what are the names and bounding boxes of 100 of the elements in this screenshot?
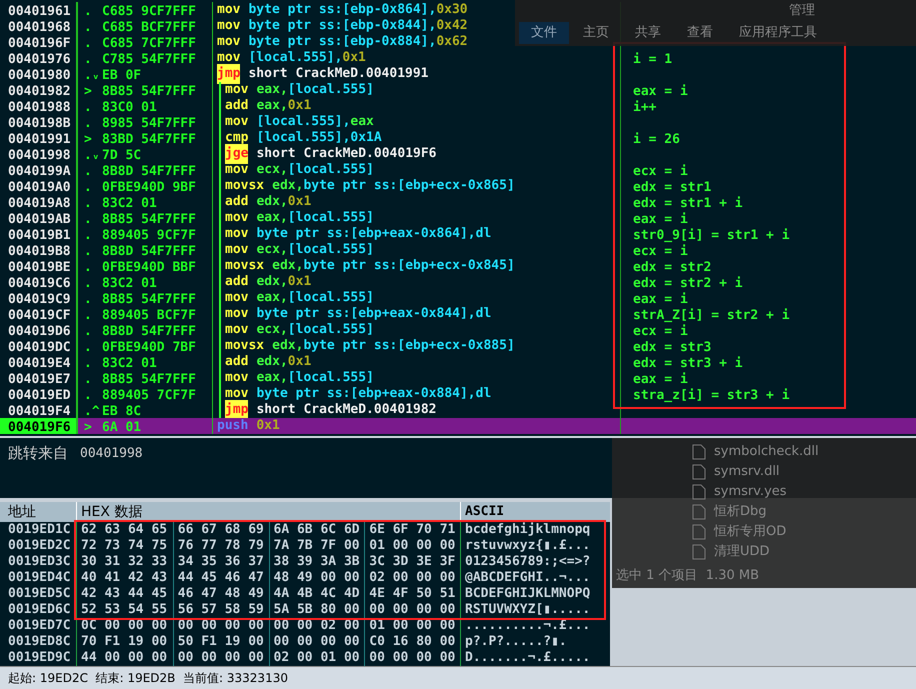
address-cell: 004019DC bbox=[8, 340, 71, 355]
instruction-cell-text: movsx edx,byte ptr ss:[ebp+ecx-0x845] bbox=[225, 257, 515, 275]
jump-marker: . bbox=[83, 355, 93, 370]
ascii-cell: p?.P?.....?▮. bbox=[465, 634, 567, 650]
ribbon-tab[interactable]: 文件 bbox=[519, 22, 569, 44]
file-name[interactable]: 恒析Dbg bbox=[714, 502, 767, 522]
address-cell: 004019ED bbox=[8, 388, 71, 403]
bytes-cell-text: C685 7CF7FFF bbox=[102, 35, 196, 50]
file-icon bbox=[692, 444, 706, 460]
bytes-cell-text: 8B85 54F7FFF bbox=[102, 371, 196, 386]
address-cell-text: 0019ED1C bbox=[7, 521, 72, 539]
instruction-cell-text: mov eax,[local.555] bbox=[225, 81, 374, 99]
status-text: 起始: 19ED2C 结束: 19ED2B 当前值: 33323130 bbox=[8, 670, 288, 687]
jump-marker: . bbox=[83, 35, 93, 50]
instruction-cell-text: mov ecx,[local.555] bbox=[225, 321, 374, 339]
instruction-cell-text: mov eax,[local.555] bbox=[225, 289, 374, 307]
bytes-cell-text: 8B8D 54F7FFF bbox=[102, 243, 196, 258]
comment-text: edx = str2 + i bbox=[633, 276, 743, 291]
address-cell: 004019B1 bbox=[8, 228, 71, 243]
bytes-cell-text: 889405 9CF7F bbox=[102, 227, 196, 242]
bytes-cell-text: 889405 BCF7F bbox=[102, 307, 196, 322]
address-cell: 004019C6 bbox=[8, 276, 71, 291]
comment-text: eax = i bbox=[633, 212, 688, 227]
hex-bytes: 01 00 00 00 bbox=[369, 618, 456, 634]
column-header[interactable]: 地址 bbox=[0, 502, 76, 522]
address-cell: 004019F4 bbox=[8, 404, 71, 419]
instruction-cell-text: mov byte ptr ss:[ebp+eax-0x884],dl bbox=[225, 385, 492, 402]
hex-bytes: 34 35 36 37 bbox=[178, 554, 264, 570]
bytes-cell-text: 8B8D 54F7FFF bbox=[102, 323, 196, 338]
bytes-cell-text: C685 BCF7FFF bbox=[102, 19, 196, 34]
hex-bytes: 4A 4B 4C 4D bbox=[274, 586, 360, 602]
jump-marker: > bbox=[83, 131, 93, 146]
address-cell: 00401998 bbox=[8, 148, 71, 163]
file-name[interactable]: symsrv.dll bbox=[714, 462, 780, 482]
ribbon-tab[interactable]: 共享 bbox=[623, 22, 673, 44]
ribbon-tab[interactable]: 主页 bbox=[571, 22, 621, 44]
address-cell-text: 0019ED8C bbox=[7, 633, 72, 651]
instruction-cell-text: movsx edx,byte ptr ss:[ebp+ecx-0x865] bbox=[225, 177, 515, 195]
hex-bytes: 66 67 68 69 bbox=[178, 522, 264, 538]
address-cell: 004019CF bbox=[8, 308, 71, 323]
instruction-cell: jmp short CrackMeD.00401991 bbox=[217, 64, 428, 84]
instruction-cell-text: mov byte ptr ss:[ebp-0x864],0x30 bbox=[217, 1, 468, 19]
address-cell: 00401988 bbox=[8, 100, 71, 115]
jump-marker: . bbox=[83, 99, 93, 114]
file-icon bbox=[692, 484, 706, 500]
ascii-cell: BCDEFGHIJKLMNOPQ bbox=[465, 586, 590, 602]
instruction-cell-text: mov [local.555],eax bbox=[225, 113, 374, 131]
hex-bytes: 00 00 00 00 bbox=[369, 602, 456, 618]
hex-bytes: C0 16 80 00 bbox=[369, 634, 456, 650]
file-icon bbox=[692, 464, 706, 480]
file-name[interactable]: 恒析专用OD bbox=[714, 522, 786, 542]
address-cell: 004019BE bbox=[8, 260, 71, 275]
ascii-cell: rstuvwxyz{▮.£... bbox=[465, 538, 590, 554]
hex-bytes: 01 00 00 00 bbox=[369, 538, 456, 554]
file-name[interactable]: symsrv.yes bbox=[714, 482, 787, 502]
hex-bytes: 00 00 00 00 bbox=[178, 618, 264, 634]
file-name[interactable]: 清理UDD bbox=[714, 542, 770, 562]
hex-bytes: 50 F1 19 00 bbox=[178, 634, 264, 650]
jump-marker: . bbox=[83, 371, 93, 386]
ascii-cell: D.......¬.£..... bbox=[465, 650, 590, 666]
jump-marker: . bbox=[83, 227, 93, 242]
instruction-cell-text: add edx,0x1 bbox=[225, 353, 312, 371]
file-icon bbox=[692, 544, 706, 560]
ribbon-title: 管理 bbox=[788, 2, 816, 20]
bytes-cell-text: C785 54F7FFF bbox=[102, 51, 196, 66]
file-name[interactable]: symbolcheck.dll bbox=[714, 442, 819, 462]
comment-text: ecx = i bbox=[633, 164, 688, 179]
hex-bytes: 3C 3D 3E 3F bbox=[369, 554, 456, 570]
bytes-cell-text: 83C2 01 bbox=[102, 355, 157, 370]
address-cell: 00401968 bbox=[8, 20, 71, 35]
address-cell: 00401976 bbox=[8, 52, 71, 67]
column-header[interactable]: HEX 数据 bbox=[76, 502, 460, 522]
hex-bytes: 44 00 00 00 bbox=[81, 650, 168, 666]
jump-marker: > bbox=[83, 419, 93, 434]
instruction-cell-text: mov byte ptr ss:[ebp+eax-0x844],dl bbox=[225, 305, 492, 323]
hex-bytes: 46 47 48 49 bbox=[178, 586, 264, 602]
hex-bytes: 76 77 78 79 bbox=[178, 538, 264, 554]
jump-marker: . bbox=[83, 275, 93, 290]
hex-bytes: 00 00 00 00 bbox=[274, 634, 360, 650]
comment-text: edx = str1 + i bbox=[633, 196, 743, 211]
address-cell: 0040196F bbox=[8, 36, 71, 51]
hex-bytes: 38 39 3A 3B bbox=[274, 554, 360, 570]
instruction-cell-text: mov ecx,[local.555] bbox=[225, 161, 374, 179]
address-cell: 004019D6 bbox=[8, 324, 71, 339]
ribbon-tab[interactable]: 查看 bbox=[675, 22, 725, 44]
ascii-cell: bcdefghijklmnopq bbox=[465, 522, 590, 538]
ribbon-tab[interactable]: 应用程序工具 bbox=[727, 22, 829, 44]
instruction-cell-text: mov [local.555],0x1 bbox=[217, 49, 366, 66]
bytes-cell-text: 0FBE940D 9BF bbox=[102, 179, 196, 194]
comment-text: i++ bbox=[633, 100, 656, 115]
instruction-cell-text: cmp [local.555],0x1A bbox=[225, 129, 382, 146]
hex-bytes: 02 00 00 00 bbox=[369, 570, 456, 586]
jump-from-address: 00401998 bbox=[80, 445, 143, 463]
instruction-cell-text: mov ecx,[local.555] bbox=[225, 241, 374, 259]
hex-bytes: 6E 6F 70 71 bbox=[369, 522, 456, 538]
column-header[interactable]: ASCII bbox=[460, 502, 606, 522]
comment-text: eax = i bbox=[633, 372, 688, 387]
comment-text: ecx = i bbox=[633, 244, 688, 259]
hex-bytes: 5A 5B 80 00 bbox=[274, 602, 360, 618]
comment-text: stra_z[i] = str3 + i bbox=[633, 388, 790, 403]
